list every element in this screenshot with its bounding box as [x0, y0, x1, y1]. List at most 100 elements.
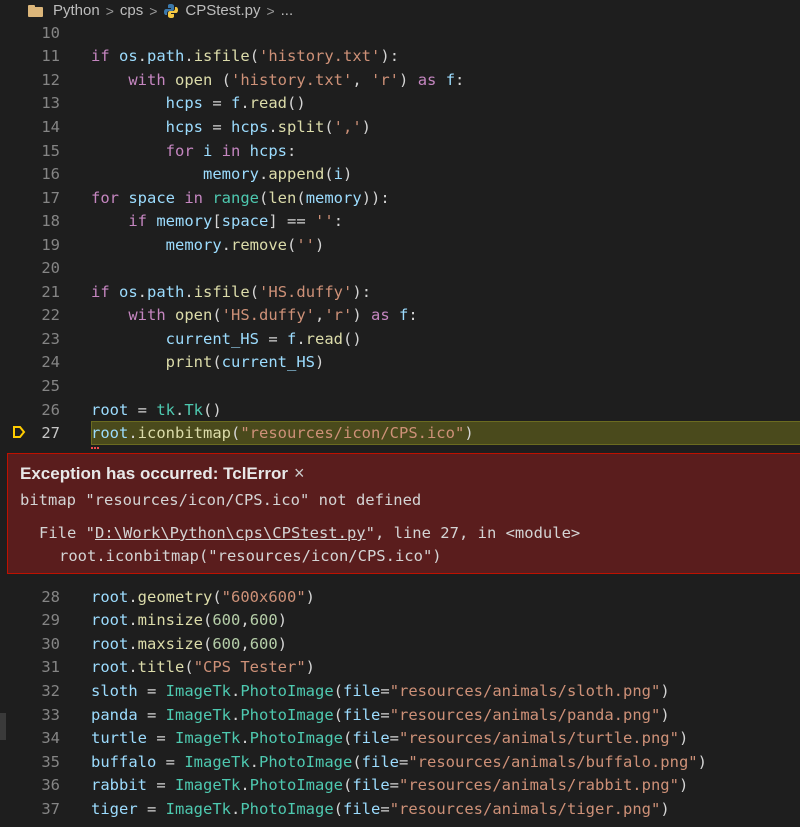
code-token: as — [371, 306, 400, 325]
code-token: ) — [277, 611, 288, 630]
line-number: 10 — [41, 23, 60, 42]
code-token: "resources/animals/sloth.png" — [389, 681, 661, 700]
code-token: file — [352, 776, 390, 795]
line-number: 27 — [41, 424, 60, 443]
code-token: = — [258, 329, 287, 348]
code-line[interactable]: 24 print(current_HS) — [0, 351, 800, 375]
code-line[interactable]: 26 root = tk.Tk() — [0, 398, 800, 422]
code-token: iconbitmap — [137, 424, 231, 443]
code-token: ) — [277, 634, 288, 653]
code-token: os — [119, 47, 138, 66]
code-token: ) — [678, 729, 689, 748]
code-token: remove — [231, 235, 287, 254]
code-token: = — [389, 776, 400, 795]
code-editor-bottom[interactable]: 28 root.geometry("600x600") 29 root.minsize… — [0, 585, 800, 820]
code-token: ) — [305, 587, 316, 606]
code-text: root.iconbitmap("resources/icon/CPS.ico"… — [60, 424, 474, 442]
code-token: . — [221, 235, 231, 254]
code-line[interactable]: 14 hcps = hcps.split(',') — [0, 115, 800, 139]
exception-file-link[interactable]: D:\Work\Python\cps\CPStest.py — [95, 524, 366, 542]
exception-widget: Exception has occurred: TclError × bitmap… — [7, 453, 800, 574]
code-token: ) — [315, 235, 325, 254]
code-token: . — [184, 282, 194, 301]
code-token: . — [231, 705, 241, 724]
line-number: 28 — [41, 587, 60, 606]
code-token: "resources/animals/tiger.png" — [389, 799, 661, 818]
code-line[interactable]: 28 root.geometry("600x600") — [0, 585, 800, 609]
code-line[interactable]: 31 root.title("CPS Tester") — [0, 656, 800, 680]
code-line[interactable]: 33 panda = ImageTk.PhotoImage(file="resou… — [0, 703, 800, 727]
code-line[interactable]: 17 for space in range(len(memory)): — [0, 186, 800, 210]
code-token: ImageTk — [184, 752, 250, 771]
close-icon[interactable]: × — [294, 463, 305, 483]
code-token: . — [137, 282, 148, 301]
code-line[interactable]: 18 if memory[space] == '': — [0, 209, 800, 233]
code-token: maxsize — [137, 634, 203, 653]
code-text: root.geometry("600x600") — [60, 588, 315, 606]
code-token: ) — [361, 117, 372, 136]
code-line[interactable]: 12 with open ('history.txt', 'r') as f: — [0, 68, 800, 92]
breadcrumb-item-more[interactable]: ... — [281, 2, 294, 19]
line-number: 16 — [41, 165, 60, 184]
code-token: rabbit — [91, 776, 147, 795]
code-token: memory — [305, 188, 362, 207]
code-token: ImageTk — [165, 681, 231, 700]
code-token: title — [137, 658, 185, 677]
code-line[interactable]: 10 — [0, 21, 800, 45]
breadcrumb-item-file[interactable]: CPStest.py — [185, 2, 260, 19]
code-text: if memory[space] == '': — [60, 212, 343, 230]
code-line[interactable]: 11 if os.path.isfile('history.txt'): — [0, 45, 800, 69]
code-line[interactable]: 34 turtle = ImageTk.PhotoImage(file="reso… — [0, 726, 800, 750]
code-token: = — [156, 752, 185, 771]
code-token: memory — [156, 212, 213, 231]
code-token: range — [212, 188, 259, 207]
code-token: ( — [249, 282, 260, 301]
code-token: minsize — [137, 611, 203, 630]
folder-icon — [28, 4, 43, 17]
code-line[interactable]: 19 memory.remove('') — [0, 233, 800, 257]
line-number: 35 — [41, 752, 60, 771]
code-text: if os.path.isfile('HS.duffy'): — [60, 283, 371, 301]
code-token: "resources/icon/CPS.ico" — [240, 424, 465, 443]
code-line[interactable]: 32 sloth = ImageTk.PhotoImage(file="resou… — [0, 679, 800, 703]
code-token: tiger — [91, 799, 138, 818]
code-line[interactable]: 13 hcps = f.read() — [0, 92, 800, 116]
code-line[interactable]: 29 root.minsize(600,600) — [0, 609, 800, 633]
breadcrumb-item-python[interactable]: Python — [53, 2, 100, 19]
code-line[interactable]: 22 with open('HS.duffy','r') as f: — [0, 304, 800, 328]
code-token: , — [240, 634, 250, 653]
exception-message: bitmap "resources/icon/CPS.ico" not defi… — [20, 491, 422, 509]
code-token: = — [389, 729, 400, 748]
code-token: : — [286, 141, 297, 160]
code-token: if — [91, 282, 119, 301]
code-token: hcps — [249, 141, 287, 160]
code-line[interactable]: 35 buffalo = ImageTk.PhotoImage(file="res… — [0, 750, 800, 774]
code-token: ( — [203, 634, 213, 653]
code-line[interactable]: 21 if os.path.isfile('HS.duffy'): — [0, 280, 800, 304]
code-line[interactable]: 20 — [0, 256, 800, 280]
code-line[interactable]: 16 memory.append(i) — [0, 162, 800, 186]
code-token: = — [137, 705, 166, 724]
breadcrumb-item-cps[interactable]: cps — [120, 2, 143, 19]
code-token: for — [91, 188, 129, 207]
code-token: . — [128, 611, 138, 630]
code-editor-top[interactable]: 10 11 if os.path.isfile('history.txt'): 12 … — [0, 21, 800, 445]
code-token: read — [249, 94, 287, 113]
code-token: . — [296, 329, 306, 348]
code-line[interactable]: 27 root.iconbitmap("resources/icon/CPS.ic… — [0, 421, 800, 445]
code-line[interactable]: 15 for i in hcps: — [0, 139, 800, 163]
breakpoint-arrow-icon[interactable] — [12, 425, 26, 439]
code-line[interactable]: 30 root.maxsize(600,600) — [0, 632, 800, 656]
code-line[interactable]: 23 current_HS = f.read() — [0, 327, 800, 351]
code-token: root — [91, 400, 129, 419]
code-line[interactable]: 37 tiger = ImageTk.PhotoImage(file="resou… — [0, 797, 800, 821]
code-token: = — [380, 681, 390, 700]
line-number: 22 — [41, 306, 60, 325]
code-token: open — [175, 306, 213, 325]
code-line[interactable]: 36 rabbit = ImageTk.PhotoImage(file="reso… — [0, 773, 800, 797]
file-prefix: File " — [39, 524, 95, 542]
code-line[interactable]: 25 — [0, 374, 800, 398]
code-token: with — [128, 70, 175, 89]
